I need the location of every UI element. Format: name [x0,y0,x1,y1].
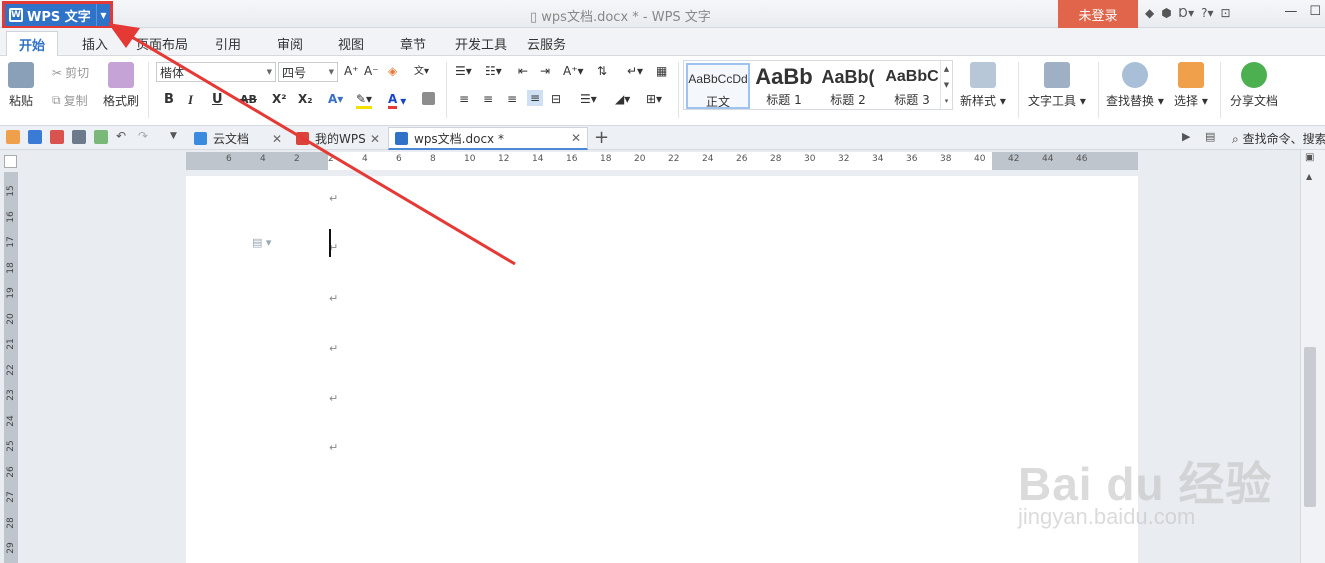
annotation-arrow [108,23,516,266]
annotation-arrow-head [108,23,140,48]
annotation-arrow-line [119,28,516,266]
